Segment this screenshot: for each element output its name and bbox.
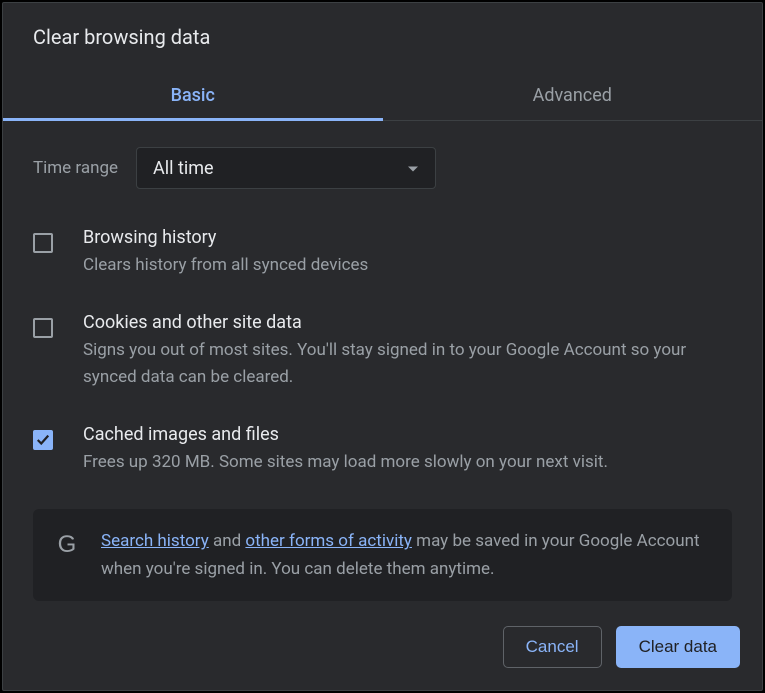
option-cache: Cached images and files Frees up 320 MB.… <box>33 424 732 475</box>
cancel-button[interactable]: Cancel <box>503 626 602 668</box>
option-desc: Clears history from all synced devices <box>83 252 732 278</box>
option-browsing-history: Browsing history Clears history from all… <box>33 227 732 278</box>
option-title: Cached images and files <box>83 424 732 445</box>
clear-data-button[interactable]: Clear data <box>616 626 740 668</box>
cancel-button-label: Cancel <box>526 637 579 656</box>
notice-mid1: and <box>209 531 246 551</box>
dialog-footer: Cancel Clear data <box>3 608 762 690</box>
checkbox-browsing-history[interactable] <box>33 233 53 253</box>
option-text: Cookies and other site data Signs you ou… <box>83 312 732 390</box>
link-other-activity[interactable]: other forms of activity <box>245 531 412 551</box>
tab-basic-label: Basic <box>171 85 215 106</box>
tab-advanced-label: Advanced <box>533 85 612 106</box>
link-search-history[interactable]: Search history <box>101 531 209 551</box>
notice-text: Search history and other forms of activi… <box>101 527 710 583</box>
time-range-row: Time range All time <box>33 147 732 189</box>
option-title: Cookies and other site data <box>83 312 732 333</box>
option-text: Cached images and files Frees up 320 MB.… <box>83 424 732 475</box>
time-range-label: Time range <box>33 158 118 178</box>
tab-basic[interactable]: Basic <box>3 75 383 120</box>
dialog-content: Time range All time Browsing history Cle… <box>3 121 762 608</box>
option-desc: Frees up 320 MB. Some sites may load mor… <box>83 449 732 475</box>
dialog-title: Clear browsing data <box>3 3 762 49</box>
tab-advanced[interactable]: Advanced <box>383 75 763 120</box>
time-range-value: All time <box>153 158 214 179</box>
chevron-down-icon <box>407 159 419 178</box>
google-account-notice: G Search history and other forms of acti… <box>33 509 732 601</box>
option-text: Browsing history Clears history from all… <box>83 227 732 278</box>
checkbox-cache[interactable] <box>33 430 53 450</box>
option-title: Browsing history <box>83 227 732 248</box>
checkbox-cookies[interactable] <box>33 318 53 338</box>
clear-data-button-label: Clear data <box>639 637 717 656</box>
clear-browsing-data-dialog: Clear browsing data Basic Advanced Time … <box>2 2 763 691</box>
google-icon: G <box>55 533 79 557</box>
option-cookies: Cookies and other site data Signs you ou… <box>33 312 732 390</box>
time-range-select[interactable]: All time <box>136 147 436 189</box>
option-desc: Signs you out of most sites. You'll stay… <box>83 337 732 390</box>
tabs: Basic Advanced <box>3 75 762 121</box>
